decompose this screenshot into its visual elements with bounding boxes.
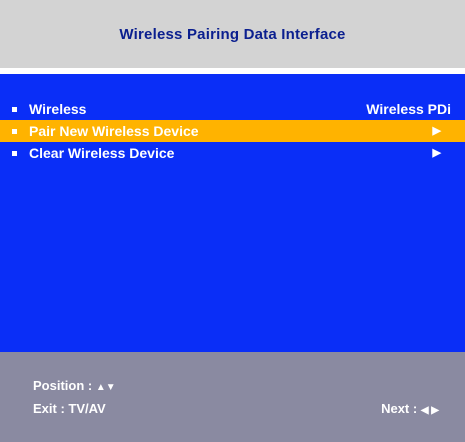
square-bullet-icon	[12, 150, 17, 156]
position-label: Position :	[33, 378, 93, 393]
header-bar: Wireless Pairing Data Interface	[0, 0, 465, 68]
menu-list: Wireless Wireless PDi Pair New Wireless …	[0, 98, 465, 164]
menu-item-clear-wireless-device[interactable]: Clear Wireless Device ▶	[0, 142, 465, 164]
square-bullet-icon	[12, 106, 17, 112]
page-title: Wireless Pairing Data Interface	[119, 25, 346, 43]
exit-hint: Exit : TV/AV	[33, 401, 106, 416]
position-hint: Position : ▲▼	[33, 378, 116, 393]
left-right-arrows-icon: ◀ ▶	[420, 405, 439, 416]
menu-item-label: Wireless	[29, 101, 87, 117]
menu-item-wireless[interactable]: Wireless Wireless PDi	[0, 98, 465, 120]
square-bullet-icon	[12, 128, 17, 134]
wireless-pairing-screen: Wireless Pairing Data Interface Wireless…	[0, 0, 465, 442]
right-triangle-icon: ▶	[432, 146, 441, 159]
menu-item-label: Clear Wireless Device	[29, 145, 175, 161]
menu-item-value: Wireless PDi	[366, 101, 451, 117]
next-hint: Next : ◀ ▶	[381, 401, 439, 416]
right-triangle-icon: ▶	[432, 124, 441, 137]
menu-panel: Wireless Wireless PDi Pair New Wireless …	[0, 74, 465, 352]
menu-item-pair-new-wireless-device[interactable]: Pair New Wireless Device ▶	[0, 120, 465, 142]
next-label: Next :	[381, 401, 418, 416]
menu-item-label: Pair New Wireless Device	[29, 123, 199, 139]
up-down-arrows-icon: ▲▼	[95, 382, 116, 393]
footer-bar: Position : ▲▼ Exit : TV/AV Next : ◀ ▶	[0, 352, 465, 442]
